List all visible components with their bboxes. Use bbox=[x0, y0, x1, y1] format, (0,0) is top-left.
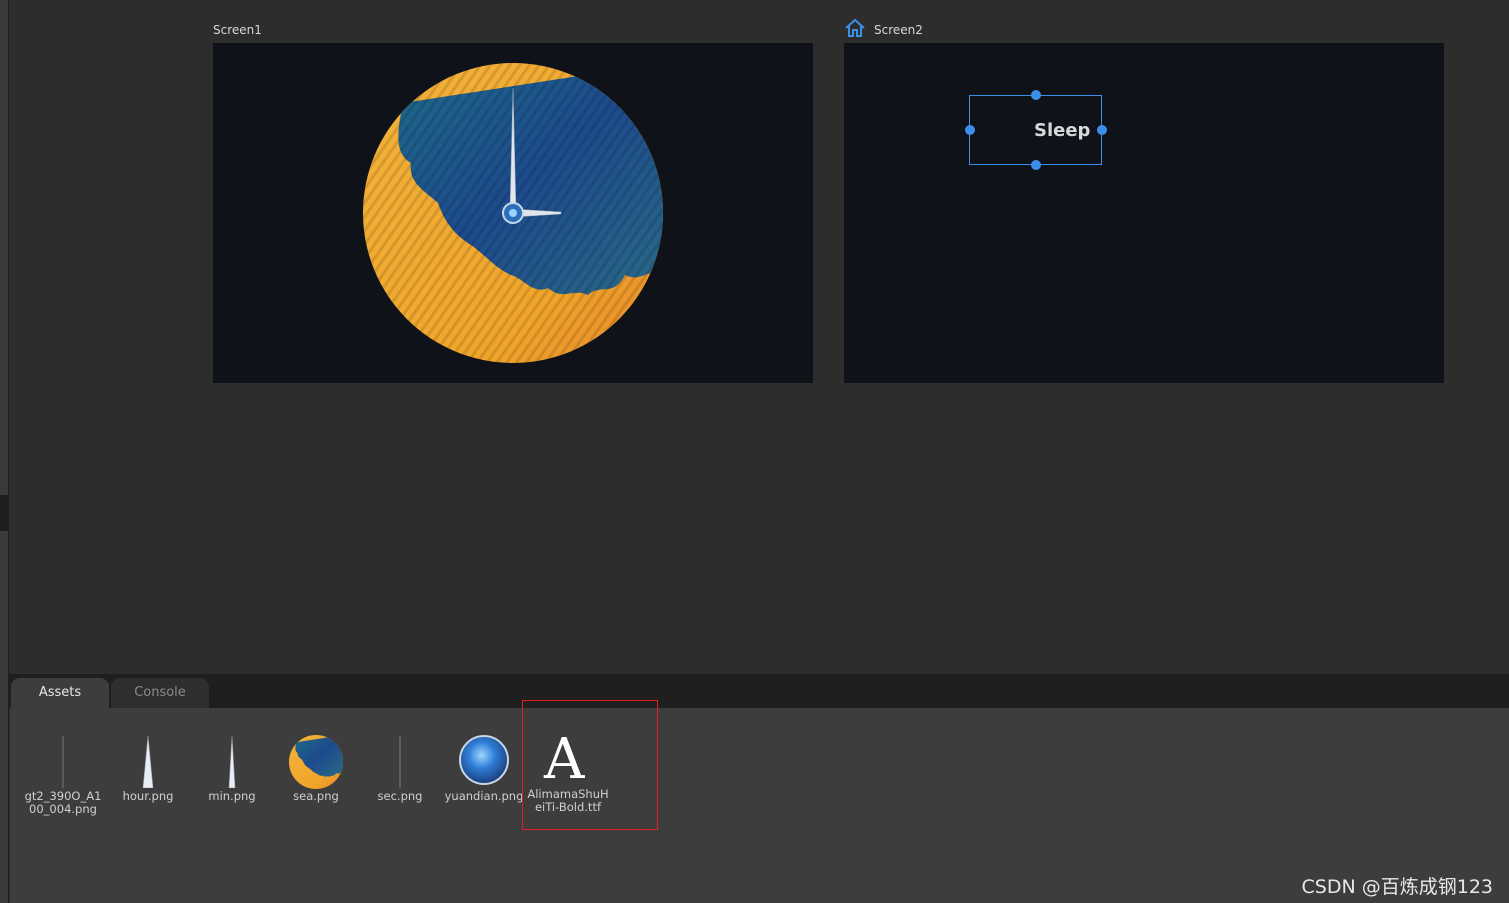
highlight-frame bbox=[522, 700, 658, 830]
resize-handle-top[interactable] bbox=[1031, 90, 1041, 100]
resize-handle-left[interactable] bbox=[965, 125, 975, 135]
asset-item[interactable]: yuandian.png bbox=[442, 730, 526, 803]
screen2-canvas[interactable]: Sleep bbox=[844, 43, 1444, 383]
tab-console[interactable]: Console bbox=[111, 678, 209, 708]
screen2-label: Screen2 bbox=[874, 23, 923, 37]
screen1-canvas[interactable] bbox=[213, 43, 813, 383]
thin-line-thumbnail bbox=[21, 730, 105, 790]
minute-hand-thumbnail bbox=[190, 730, 274, 790]
left-edge-bar bbox=[0, 0, 9, 903]
second-hand-thumbnail bbox=[358, 730, 442, 790]
sleep-label-text: Sleep bbox=[1034, 120, 1091, 141]
asset-item[interactable]: sea.png bbox=[274, 730, 358, 803]
asset-name: gt2_390O_A100_004.png bbox=[24, 789, 102, 816]
asset-item[interactable]: sec.png bbox=[358, 730, 442, 803]
screen1-label: Screen1 bbox=[213, 23, 262, 37]
asset-name: sea.png bbox=[293, 789, 339, 803]
resize-handle-bottom[interactable] bbox=[1031, 160, 1041, 170]
blue-dot-thumbnail bbox=[442, 730, 526, 790]
home-icon bbox=[844, 18, 866, 38]
watermark: CSDN @百炼成钢123 bbox=[1301, 876, 1493, 898]
clock-face-image[interactable] bbox=[363, 63, 663, 363]
left-edge-notch bbox=[0, 495, 8, 531]
hour-hand-thumbnail bbox=[106, 730, 190, 790]
asset-item[interactable]: min.png bbox=[190, 730, 274, 803]
asset-name: yuandian.png bbox=[444, 789, 524, 803]
sea-thumbnail bbox=[274, 730, 358, 790]
tab-assets[interactable]: Assets bbox=[11, 678, 109, 708]
asset-name: min.png bbox=[208, 789, 256, 803]
resize-handle-right[interactable] bbox=[1097, 125, 1107, 135]
asset-item[interactable]: gt2_390O_A100_004.png bbox=[21, 730, 105, 816]
asset-item[interactable]: hour.png bbox=[106, 730, 190, 803]
asset-name: sec.png bbox=[377, 789, 423, 803]
asset-name: hour.png bbox=[122, 789, 174, 803]
bottom-panel-tabbar bbox=[8, 674, 1509, 708]
